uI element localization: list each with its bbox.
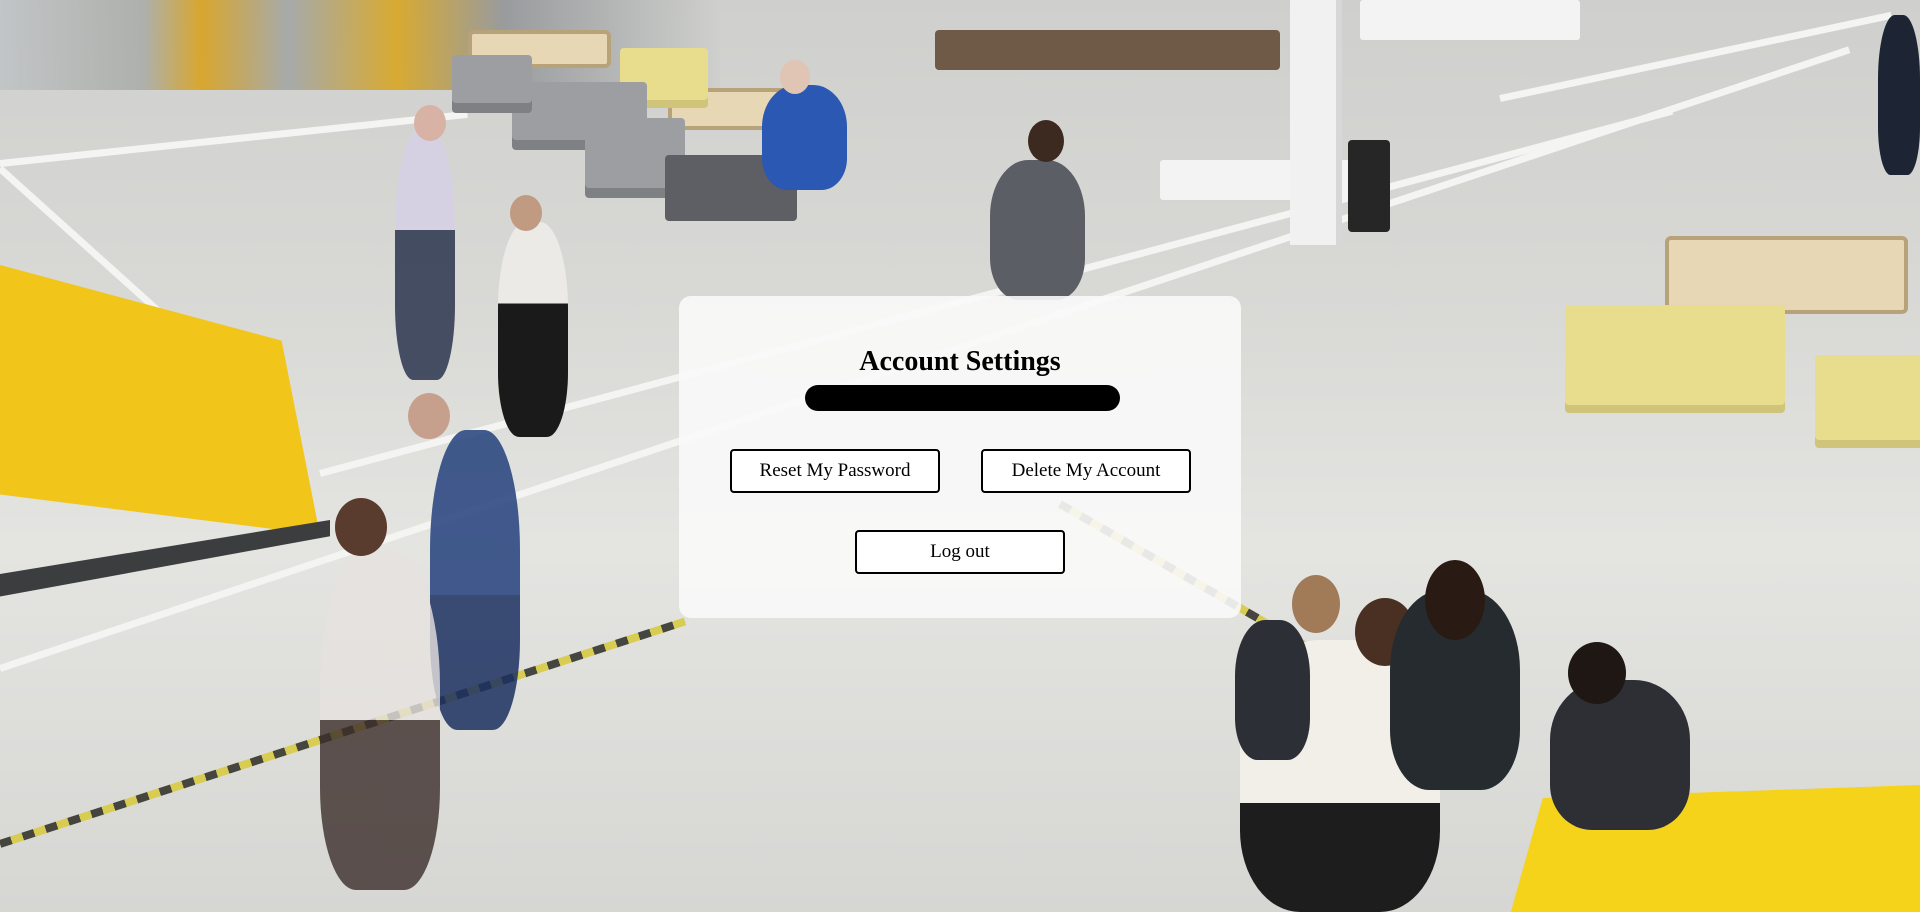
person — [762, 85, 847, 190]
wall-base — [0, 520, 330, 597]
person — [1878, 15, 1920, 175]
bin — [1348, 140, 1390, 232]
person — [1235, 620, 1310, 760]
person — [320, 550, 440, 890]
background-wall — [0, 0, 720, 90]
yellow-wall-panel — [0, 265, 320, 535]
bench — [1815, 355, 1920, 440]
person — [1568, 642, 1626, 704]
table — [935, 30, 1280, 70]
floor-marking — [0, 110, 468, 167]
person — [430, 430, 520, 730]
pillar — [1290, 0, 1342, 245]
table — [1360, 0, 1580, 40]
person — [1425, 560, 1485, 640]
redacted-username — [805, 385, 1120, 411]
person — [1550, 680, 1690, 830]
delete-account-button[interactable]: Delete My Account — [981, 449, 1191, 493]
logout-button[interactable]: Log out — [855, 530, 1065, 574]
person — [408, 393, 450, 439]
reset-password-button[interactable]: Reset My Password — [730, 449, 940, 493]
person — [395, 130, 455, 380]
page-title: Account Settings — [859, 346, 1061, 377]
person — [1292, 575, 1340, 633]
person — [780, 60, 810, 94]
seat — [452, 55, 532, 103]
person — [498, 222, 568, 437]
account-settings-card: Account Settings Reset My Password Delet… — [679, 296, 1241, 618]
person — [414, 105, 446, 141]
person — [990, 160, 1085, 300]
table — [1665, 236, 1908, 314]
bench — [1565, 305, 1785, 405]
person — [335, 498, 387, 556]
person — [1028, 120, 1064, 162]
person — [510, 195, 542, 231]
